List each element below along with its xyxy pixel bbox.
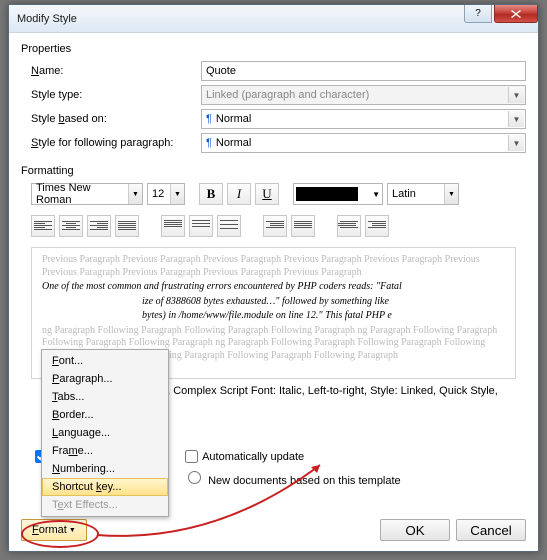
auto-update-checkbox[interactable] [185,450,198,463]
menu-numbering[interactable]: Numbering... [42,460,168,478]
following-combo[interactable]: ¶ Normal ▼ [201,133,526,153]
modify-style-dialog: Modify Style ? Properties Name: Style ty… [8,4,539,552]
menu-border[interactable]: Border... [42,406,168,424]
align-justify-button[interactable] [115,215,139,237]
align-right-button[interactable] [87,215,111,237]
chevron-down-icon[interactable]: ▼ [128,184,142,204]
font-color-picker[interactable]: ▼ [293,183,383,205]
bold-button[interactable]: B [199,183,223,205]
name-input[interactable] [201,61,526,81]
close-icon [511,10,521,18]
new-docs-radio[interactable] [188,471,201,484]
paragraph-mark-icon: ¶ [206,137,212,149]
close-button[interactable] [494,5,538,23]
auto-update-label: Automatically update [202,451,304,463]
cancel-button[interactable]: Cancel [456,519,526,541]
script-combo[interactable]: Latin ▼ [387,183,459,205]
titlebar: Modify Style ? [9,5,538,33]
ok-button[interactable]: OK [380,519,450,541]
style-type-label: Style type: [31,89,201,101]
based-on-combo[interactable]: ¶ Normal ▼ [201,109,526,129]
line-spacing-1.5-button[interactable] [189,215,213,237]
format-menu: Font... Paragraph... Tabs... Border... L… [41,349,169,517]
line-spacing-1-button[interactable] [161,215,185,237]
menu-font[interactable]: Font... [42,352,168,370]
space-before-inc-button[interactable] [263,215,287,237]
chevron-down-icon[interactable]: ▼ [372,190,380,199]
paragraph-mark-icon: ¶ [206,113,212,125]
font-family-combo[interactable]: Times New Roman ▼ [31,183,143,205]
menu-language[interactable]: Language... [42,424,168,442]
indent-decrease-button[interactable] [337,215,361,237]
chevron-down-icon[interactable]: ▼ [508,135,524,151]
following-label: Style for following paragraph: [31,137,201,149]
line-spacing-2-button[interactable] [217,215,241,237]
menu-tabs[interactable]: Tabs... [42,388,168,406]
align-center-button[interactable] [59,215,83,237]
chevron-down-icon[interactable]: ▼ [508,111,524,127]
underline-button[interactable]: U [255,183,279,205]
italic-button[interactable]: I [227,183,251,205]
space-before-dec-button[interactable] [291,215,315,237]
properties-label: Properties [21,43,526,55]
chevron-down-icon[interactable]: ▼ [444,184,458,204]
menu-frame[interactable]: Frame... [42,442,168,460]
align-left-button[interactable] [31,215,55,237]
formatting-label: Formatting [21,165,526,177]
menu-text-effects: Text Effects... [42,496,168,514]
style-type-combo: Linked (paragraph and character) ▼ [201,85,526,105]
name-label: Name: [31,65,201,77]
color-swatch [296,187,358,201]
chevron-down-icon[interactable]: ▼ [170,184,184,204]
chevron-down-icon: ▼ [69,527,76,534]
based-on-label: Style based on: [31,113,201,125]
format-button[interactable]: Format ▼ [21,519,87,541]
font-size-combo[interactable]: 12 ▼ [147,183,185,205]
new-docs-label: New documents based on this template [208,475,401,487]
menu-paragraph[interactable]: Paragraph... [42,370,168,388]
help-button[interactable]: ? [464,5,492,23]
menu-shortcut-key[interactable]: Shortcut key... [42,478,168,496]
chevron-down-icon: ▼ [508,87,524,103]
indent-increase-button[interactable] [365,215,389,237]
window-title: Modify Style [17,13,77,25]
